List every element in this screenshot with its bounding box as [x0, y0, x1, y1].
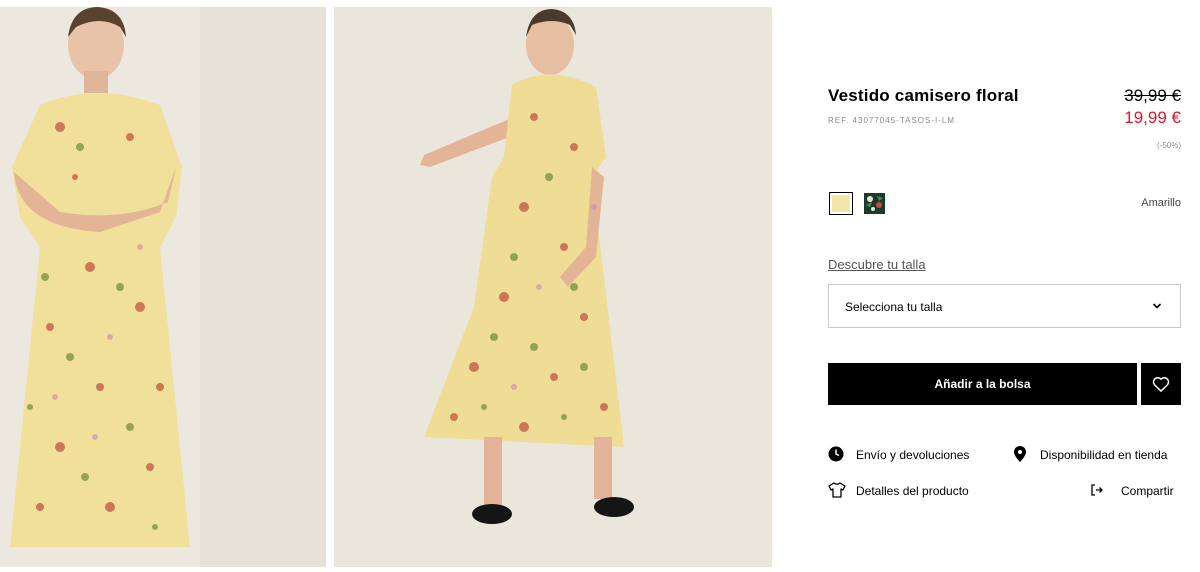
clock-icon — [828, 446, 844, 462]
share-link[interactable]: Compartir — [1090, 482, 1181, 500]
product-title: Vestido camisero floral — [828, 86, 1019, 105]
tshirt-icon — [828, 482, 846, 498]
share-icon — [1091, 484, 1103, 496]
color-swatch-yellow[interactable] — [829, 192, 853, 215]
product-info-panel: Vestido camisero floral REF. 43077045-TA… — [828, 0, 1181, 572]
chevron-down-icon — [1152, 303, 1162, 309]
shipping-returns-label: Envío y devoluciones — [856, 448, 970, 462]
product-details-label: Detalles del producto — [856, 484, 969, 498]
selected-color-name: Amarillo — [1141, 197, 1181, 209]
size-select-label: Selecciona tu talla — [845, 300, 943, 314]
sale-price: 19,99 € — [1124, 108, 1181, 127]
model-photo-full — [334, 7, 772, 567]
product-image-full[interactable] — [334, 7, 772, 567]
product-reference: REF. 43077045-TASOS-I-LM — [828, 116, 956, 125]
size-select[interactable]: Selecciona tu talla — [828, 284, 1181, 328]
location-pin-icon — [1014, 446, 1026, 462]
product-details-link[interactable]: Detalles del producto — [828, 482, 998, 500]
shipping-returns-link[interactable]: Envío y devoluciones — [828, 446, 988, 464]
discount-badge: (-50%) — [1156, 141, 1181, 150]
yellow-floral-swatch-icon — [832, 195, 850, 212]
original-price: 39,99 € — [1124, 86, 1181, 105]
heart-icon — [1152, 377, 1170, 392]
dark-floral-swatch-icon — [864, 193, 885, 214]
favorite-button[interactable] — [1141, 363, 1181, 405]
model-photo-front — [0, 7, 326, 567]
product-image-front[interactable] — [0, 7, 326, 567]
share-label: Compartir — [1121, 484, 1174, 498]
size-guide-link[interactable]: Descubre tu talla — [828, 257, 926, 272]
store-availability-link[interactable]: Disponibilidad en tienda — [1014, 446, 1181, 464]
store-availability-label: Disponibilidad en tienda — [1040, 448, 1168, 462]
color-swatch-dark[interactable] — [864, 193, 885, 214]
add-to-bag-button[interactable]: Añadir a la bolsa — [828, 363, 1137, 405]
